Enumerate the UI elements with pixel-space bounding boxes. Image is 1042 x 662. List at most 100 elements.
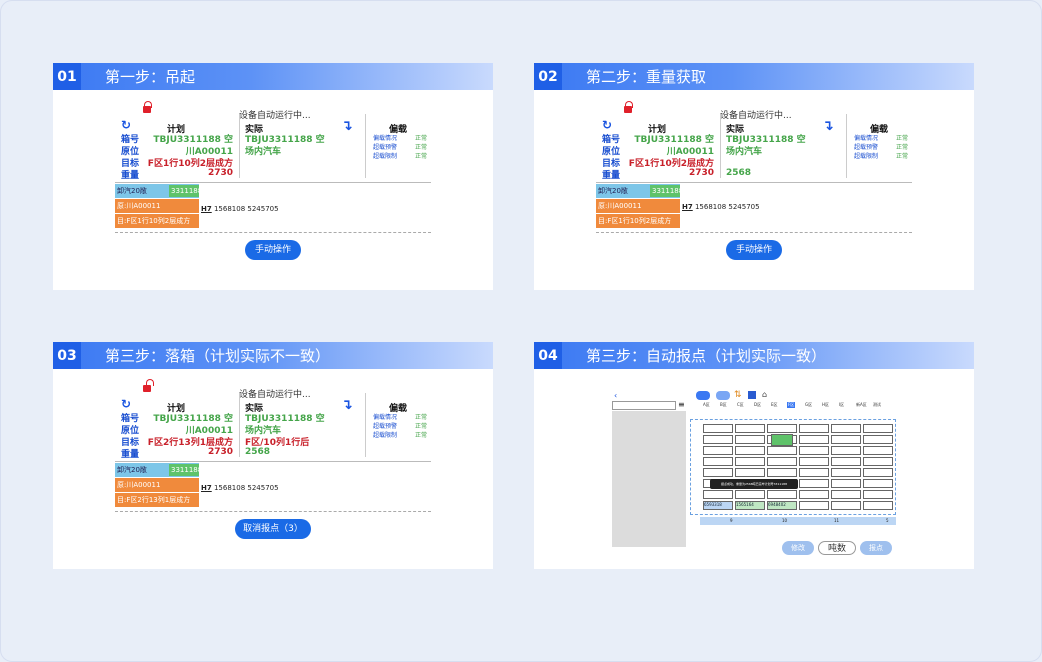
grid-cell[interactable]: [767, 490, 797, 499]
back-icon[interactable]: ‹: [614, 391, 617, 400]
grid-cell[interactable]: [735, 468, 765, 477]
step-number: 02: [534, 63, 562, 90]
grid-cell[interactable]: [767, 468, 797, 477]
warn-status: 正常: [896, 144, 909, 151]
menu-icon[interactable]: ≡: [678, 401, 685, 409]
actual-value: 2568: [245, 447, 271, 457]
grid-cell[interactable]: [703, 468, 733, 477]
target-stack: 目:F区2行13列1层成方: [115, 493, 199, 507]
action-button[interactable]: 手动操作: [726, 240, 782, 260]
refresh-icon[interactable]: ↻: [602, 118, 612, 132]
grid-cell[interactable]: [831, 501, 861, 510]
divider: [239, 114, 240, 178]
grid-cell[interactable]: [863, 435, 893, 444]
grid-cell[interactable]: [767, 446, 797, 455]
grid-cell[interactable]: [831, 435, 861, 444]
grid-cell[interactable]: [863, 468, 893, 477]
action-button[interactable]: 手动操作: [245, 240, 301, 260]
divider: [365, 114, 366, 178]
grid-cell[interactable]: [831, 479, 861, 488]
warn-item: 偏载情况: [854, 135, 879, 142]
grid-cell[interactable]: [799, 457, 829, 466]
zone-tab[interactable]: E区: [770, 402, 779, 408]
grid-cell[interactable]: [799, 501, 829, 510]
warn-status: 正常: [415, 432, 428, 439]
stack-type: 卸汽20敞: [117, 187, 147, 195]
grid-cell[interactable]: [735, 435, 765, 444]
grid-cell[interactable]: [799, 468, 829, 477]
warn-status: 正常: [415, 153, 428, 160]
mode-chip[interactable]: [696, 391, 710, 400]
tonnage-button[interactable]: 吨数: [818, 541, 856, 555]
grid-cell[interactable]: [767, 457, 797, 466]
grid-cell[interactable]: [703, 435, 733, 444]
grid-cell[interactable]: [799, 424, 829, 433]
screenshot-card: ‹ ⇅ ⌂ ≡ A区 B区 C区 D区 E区 F区 G区 H区 I区 新A区 测试 6593318 1…: [534, 369, 974, 569]
grid-cell[interactable]: [863, 424, 893, 433]
grid-cell[interactable]: [831, 424, 861, 433]
crane-panel: 设备自动运行中... ↻ ↴ 计划 实际 偏载 箱号 TBJU3311188 空 TBJU331…: [115, 100, 431, 270]
row-marker: H7 1568108 5245705: [682, 203, 760, 211]
column-number: 9: [730, 518, 733, 523]
origin-stack: 原:川A00011: [596, 199, 680, 213]
report-button[interactable]: 报点: [860, 541, 892, 555]
grid-cell[interactable]: [735, 446, 765, 455]
grid-cell[interactable]: [799, 490, 829, 499]
mode-chip-2[interactable]: [716, 391, 730, 400]
grid-cell[interactable]: [703, 424, 733, 433]
grid-cell[interactable]: [831, 457, 861, 466]
step-title: 第三步：落箱（计划实际不一致）: [105, 347, 331, 365]
result-cell[interactable]: 1565164: [735, 501, 765, 510]
divider: [720, 114, 721, 178]
zone-tab[interactable]: D区: [753, 402, 762, 408]
row-code: H7: [201, 484, 212, 492]
origin-stack: 原:川A00011: [115, 199, 199, 213]
search-input[interactable]: [612, 401, 676, 410]
zone-tab[interactable]: 新A区: [855, 402, 868, 408]
result-cell[interactable]: 6593318: [703, 501, 733, 510]
grid-cell[interactable]: [831, 490, 861, 499]
actual-value: 场内汽车: [245, 147, 282, 157]
grid-cell[interactable]: [703, 490, 733, 499]
grid-cell[interactable]: [799, 435, 829, 444]
grid-cell[interactable]: [863, 479, 893, 488]
separator: [115, 461, 431, 462]
grid-cell[interactable]: [735, 490, 765, 499]
zone-tab[interactable]: A区: [702, 402, 711, 408]
result-cell[interactable]: 6948402: [767, 501, 797, 510]
grid-cell[interactable]: [767, 424, 797, 433]
separator: [596, 232, 912, 233]
modify-button[interactable]: 修改: [782, 541, 814, 555]
grid-cell[interactable]: [799, 479, 829, 488]
warn-item: 超载限制: [854, 153, 879, 160]
grid-cell[interactable]: [799, 446, 829, 455]
grid-cell[interactable]: [703, 446, 733, 455]
grid-cell[interactable]: [863, 501, 893, 510]
grid-cell[interactable]: [863, 446, 893, 455]
refresh-icon[interactable]: ↻: [121, 397, 131, 411]
grid-cell[interactable]: [863, 457, 893, 466]
zone-tab[interactable]: C区: [736, 402, 745, 408]
zone-tab[interactable]: F区: [787, 402, 796, 408]
grid-cell[interactable]: [735, 424, 765, 433]
zone-tab[interactable]: G区: [804, 402, 813, 408]
grid-cell[interactable]: [831, 446, 861, 455]
zone-tab[interactable]: H区: [821, 402, 830, 408]
zone-tab[interactable]: I区: [838, 402, 845, 408]
refresh-icon[interactable]: ↻: [121, 118, 131, 132]
grid-cell[interactable]: [703, 457, 733, 466]
left-panel: [612, 411, 686, 547]
grid-cell[interactable]: [863, 490, 893, 499]
row-val-b: 5245705: [728, 203, 760, 211]
grid-cell[interactable]: [831, 468, 861, 477]
row-label: 重量: [121, 450, 140, 460]
grid-cell[interactable]: [735, 457, 765, 466]
action-button[interactable]: 取消报点（3）: [235, 519, 311, 539]
divider: [846, 114, 847, 178]
zone-tab[interactable]: B区: [719, 402, 728, 408]
home-icon[interactable]: ⌂: [762, 390, 767, 399]
highlight-cell[interactable]: [771, 434, 793, 446]
zone-tab[interactable]: 测试: [872, 402, 882, 408]
crane-icon[interactable]: ⇅: [734, 390, 742, 400]
save-icon[interactable]: [748, 391, 756, 399]
